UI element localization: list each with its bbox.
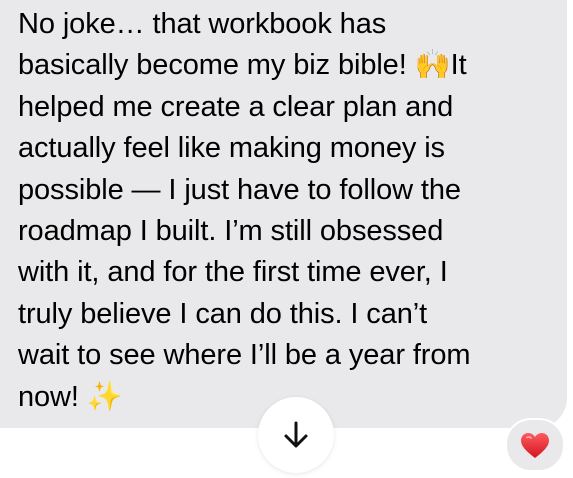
arrow-down-icon <box>283 421 309 449</box>
message-text: No joke… that workbook has basically bec… <box>18 8 471 413</box>
heart-icon <box>520 432 550 459</box>
message-view: No joke… that workbook has basically bec… <box>0 0 573 478</box>
scroll-down-button[interactable] <box>258 397 334 473</box>
heart-reaction-badge[interactable] <box>505 418 565 472</box>
